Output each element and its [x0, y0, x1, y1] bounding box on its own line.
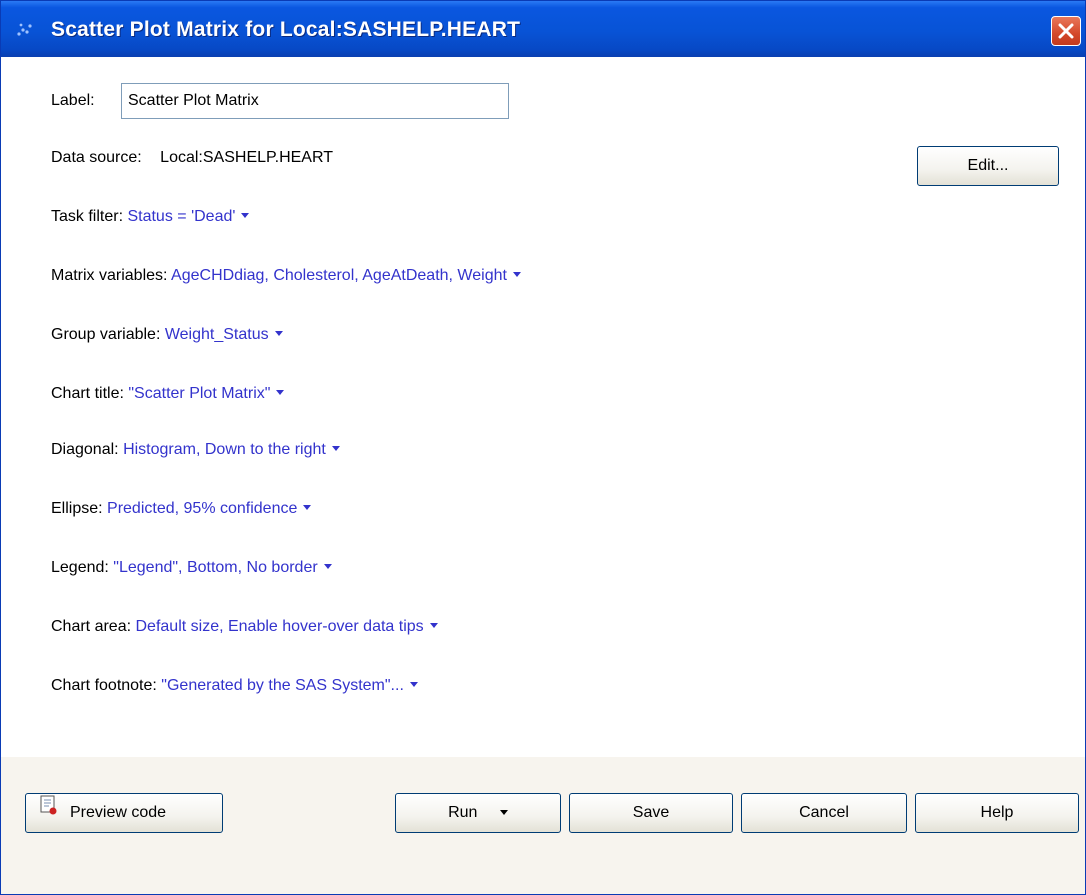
- run-label: Run: [448, 804, 478, 821]
- option-caption: Group variable:: [51, 326, 161, 343]
- dropdown-arrow-icon[interactable]: [241, 213, 250, 219]
- dialog-window: Scatter Plot Matrix for Local:SASHELP.HE…: [0, 0, 1086, 895]
- option-caption: Chart title:: [51, 385, 124, 402]
- preview-code-label: Preview code: [70, 804, 167, 822]
- option-row-matrix-variables[interactable]: Matrix variables: AgeCHDdiag, Cholestero…: [51, 267, 521, 289]
- run-button[interactable]: Run: [395, 793, 561, 833]
- dropdown-arrow-icon[interactable]: [409, 682, 418, 688]
- cancel-button[interactable]: Cancel: [741, 793, 907, 833]
- option-row-group-variable[interactable]: Group variable: Weight_Status: [51, 326, 283, 348]
- close-icon: [1058, 23, 1074, 39]
- option-value-link[interactable]: Weight_Status: [165, 326, 269, 343]
- title-bar[interactable]: Scatter Plot Matrix for Local:SASHELP.HE…: [1, 1, 1085, 57]
- option-caption: Matrix variables:: [51, 267, 168, 284]
- dropdown-arrow-icon[interactable]: [323, 564, 332, 570]
- option-value-link[interactable]: Default size, Enable hover-over data tip…: [136, 618, 424, 635]
- option-row-ellipse[interactable]: Ellipse: Predicted, 95% confidence: [51, 500, 312, 522]
- option-row-diagonal[interactable]: Diagonal: Histogram, Down to the right: [51, 441, 340, 463]
- option-value-link[interactable]: AgeCHDdiag, Cholesterol, AgeAtDeath, Wei…: [171, 267, 507, 284]
- option-value-link[interactable]: Predicted, 95% confidence: [107, 500, 297, 517]
- scatter-app-icon: [15, 21, 35, 39]
- option-caption: Legend:: [51, 559, 109, 576]
- option-caption: Task filter:: [51, 208, 124, 225]
- help-button[interactable]: Help: [915, 793, 1079, 833]
- preview-code-button[interactable]: Preview code: [25, 793, 223, 833]
- option-row-legend[interactable]: Legend: "Legend", Bottom, No border: [51, 559, 332, 581]
- option-row-chart-area[interactable]: Chart area: Default size, Enable hover-o…: [51, 618, 438, 640]
- option-value-link[interactable]: "Generated by the SAS System"...: [161, 677, 404, 694]
- dropdown-arrow-icon[interactable]: [429, 623, 438, 629]
- document-icon: [40, 792, 58, 830]
- dropdown-arrow-icon[interactable]: [331, 446, 340, 452]
- dropdown-arrow-icon[interactable]: [499, 810, 508, 816]
- option-caption: Diagonal:: [51, 441, 119, 458]
- option-row-chart-title[interactable]: Chart title: "Scatter Plot Matrix": [51, 385, 285, 407]
- option-row-chart-footnote[interactable]: Chart footnote: "Generated by the SAS Sy…: [51, 677, 418, 699]
- dropdown-arrow-icon[interactable]: [512, 272, 521, 278]
- option-value-link[interactable]: Status = 'Dead': [127, 208, 235, 225]
- dropdown-arrow-icon[interactable]: [303, 505, 312, 511]
- option-value-link[interactable]: "Legend", Bottom, No border: [113, 559, 317, 576]
- button-bar: Preview code Run Save Cancel Help: [1, 757, 1085, 894]
- label-input[interactable]: [121, 83, 509, 119]
- label-caption: Label:: [51, 92, 95, 109]
- option-caption: Ellipse:: [51, 500, 103, 517]
- option-caption: Chart footnote:: [51, 677, 157, 694]
- dropdown-arrow-icon[interactable]: [276, 390, 285, 396]
- edit-button[interactable]: Edit...: [917, 146, 1059, 186]
- option-value-link[interactable]: "Scatter Plot Matrix": [128, 385, 270, 402]
- option-row-task-filter[interactable]: Task filter: Status = 'Dead': [51, 208, 250, 230]
- datasource-value: Local:SASHELP.HEART: [160, 149, 333, 166]
- datasource-caption: Data source:: [51, 149, 142, 166]
- close-button[interactable]: [1051, 16, 1081, 46]
- window-title: Scatter Plot Matrix for Local:SASHELP.HE…: [51, 18, 521, 41]
- dropdown-arrow-icon[interactable]: [274, 331, 283, 337]
- form-panel: Label: Data source: Local:SASHELP.HEART …: [1, 57, 1085, 757]
- option-caption: Chart area:: [51, 618, 132, 635]
- datasource-row: Data source: Local:SASHELP.HEART: [51, 149, 333, 171]
- option-value-link[interactable]: Histogram, Down to the right: [123, 441, 326, 458]
- save-button[interactable]: Save: [569, 793, 733, 833]
